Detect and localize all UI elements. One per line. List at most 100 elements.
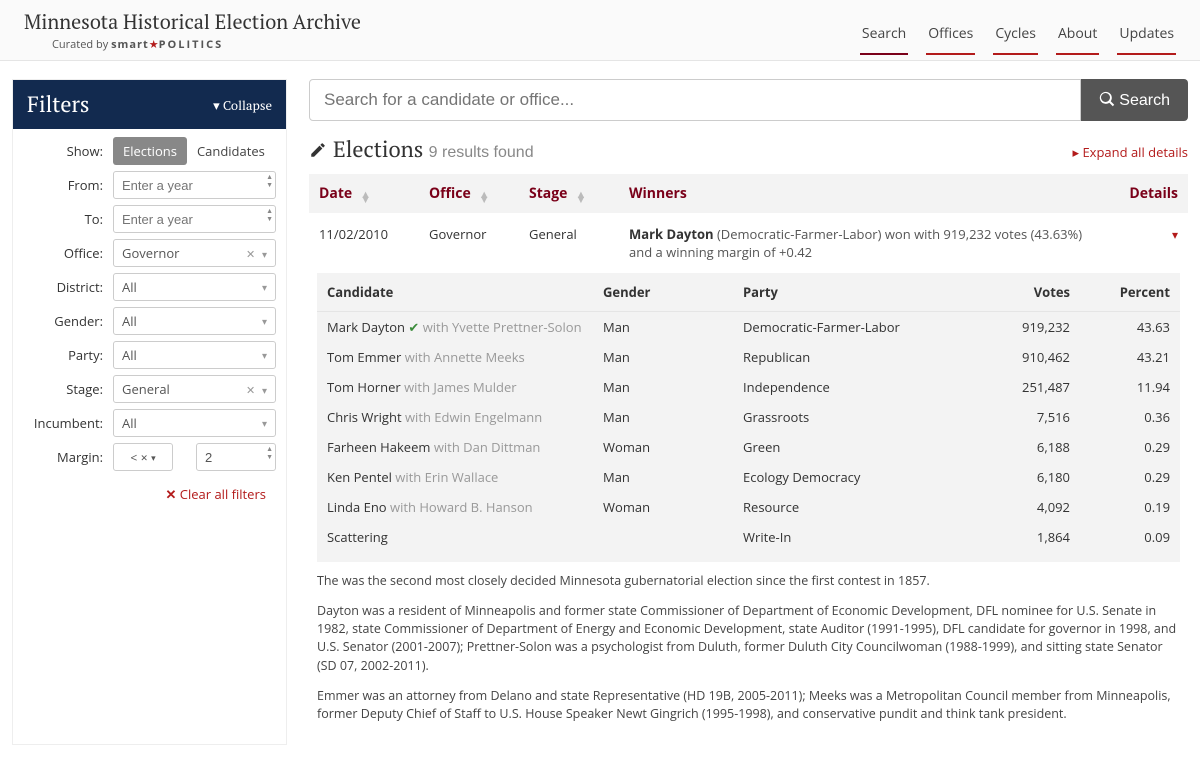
office-select[interactable]: Governor ✕ ▾ — [113, 239, 276, 267]
to-input[interactable] — [113, 205, 276, 233]
candidate-pct: 0.36 — [1070, 408, 1170, 426]
caret-down-icon: ▾ — [262, 348, 267, 362]
candidate-row: Mark Dayton ✔ with Yvette Prettner-Solon… — [317, 312, 1180, 342]
candidate-name: Mark Dayton — [327, 318, 405, 336]
clear-filters-button[interactable]: ✕ Clear all filters — [23, 477, 276, 503]
margin-label: Margin: — [23, 448, 113, 466]
show-option-candidates[interactable]: Candidates — [187, 137, 275, 165]
incumbent-select[interactable]: All▾ — [113, 409, 276, 437]
candidate-party: Independence — [743, 378, 950, 396]
spinner-icon[interactable]: ▲▼ — [266, 208, 273, 224]
running-mate: with Edwin Engelmann — [402, 408, 543, 426]
stage-select[interactable]: General ✕ ▾ — [113, 375, 276, 403]
col-date[interactable]: Date▲▼ — [319, 184, 429, 203]
caret-down-icon: ▾ — [213, 96, 220, 114]
caret-down-icon: ▾ — [262, 247, 267, 261]
show-label: Show: — [23, 142, 113, 160]
election-row[interactable]: 11/02/2010 Governor General Mark Dayton … — [309, 213, 1188, 273]
candidate-name: Linda Eno — [327, 498, 387, 516]
candidate-row: Chris Wright with Edwin EngelmannManGras… — [317, 402, 1180, 432]
from-input[interactable] — [113, 171, 276, 199]
candidate-votes: 6,188 — [950, 438, 1070, 456]
close-icon[interactable]: ✕ — [140, 451, 148, 464]
candidate-party: Republican — [743, 348, 950, 366]
note-paragraph: The was the second most closely decided … — [317, 572, 1180, 590]
filters-panel: Filters ▾ Collapse Show: ElectionsCandid… — [12, 79, 287, 745]
caret-down-icon[interactable]: ▾ — [1172, 226, 1178, 243]
candidate-votes: 1,864 — [950, 528, 1070, 546]
candidate-row: Scattering Write-In1,8640.09 — [317, 522, 1180, 552]
col-details: Details — [1108, 184, 1178, 203]
candidate-party: Write-In — [743, 528, 950, 546]
spinner-icon[interactable]: ▲▼ — [266, 446, 273, 462]
running-mate: with Howard B. Hanson — [387, 498, 533, 516]
sub-col-percent: Percent — [1070, 283, 1170, 301]
party-select[interactable]: All▾ — [113, 341, 276, 369]
candidate-pct: 0.29 — [1070, 438, 1170, 456]
district-select[interactable]: All▾ — [113, 273, 276, 301]
show-toggle: ElectionsCandidates — [113, 137, 276, 165]
candidate-pct: 0.19 — [1070, 498, 1170, 516]
nav-search[interactable]: Search — [860, 14, 908, 55]
candidate-subtable: Candidate Gender Party Votes Percent Mar… — [317, 273, 1180, 562]
candidate-votes: 6,180 — [950, 468, 1070, 486]
check-icon: ✔ — [405, 318, 419, 336]
candidate-row: Farheen Hakeem with Dan DittmanWomanGree… — [317, 432, 1180, 462]
caret-down-icon: ▾ — [262, 314, 267, 328]
candidate-pct: 43.63 — [1070, 318, 1170, 336]
caret-down-icon: ▾ — [262, 416, 267, 430]
candidate-gender: Man — [603, 468, 743, 486]
note-paragraph: Dayton was a resident of Minneapolis and… — [317, 602, 1180, 675]
running-mate: with Dan Dittman — [430, 438, 540, 456]
candidate-party: Grassroots — [743, 408, 950, 426]
col-stage[interactable]: Stage▲▼ — [529, 184, 629, 203]
candidate-gender — [603, 528, 743, 546]
candidate-row: Ken Pentel with Erin WallaceManEcology D… — [317, 462, 1180, 492]
nav-offices[interactable]: Offices — [926, 14, 975, 55]
office-label: Office: — [23, 244, 113, 262]
running-mate: with James Mulder — [401, 378, 517, 396]
gender-select[interactable]: All▾ — [113, 307, 276, 335]
margin-operator-select[interactable]: < ✕ ▾ — [113, 443, 173, 471]
close-icon[interactable]: ✕ — [246, 247, 255, 262]
candidate-name: Scattering — [327, 528, 388, 546]
candidate-party: Ecology Democracy — [743, 468, 950, 486]
margin-value-input[interactable] — [196, 443, 276, 471]
nav-updates[interactable]: Updates — [1117, 14, 1176, 55]
expand-all-button[interactable]: ▸ Expand all details — [1073, 143, 1188, 161]
candidate-pct: 0.29 — [1070, 468, 1170, 486]
candidate-pct: 11.94 — [1070, 378, 1170, 396]
nav-cycles[interactable]: Cycles — [993, 14, 1038, 55]
candidate-votes: 4,092 — [950, 498, 1070, 516]
close-icon[interactable]: ✕ — [246, 383, 255, 398]
curated-by: Curated by smart★POLITICS — [24, 37, 361, 52]
table-header: Date▲▼ Office▲▼ Stage▲▼ Winners Details — [309, 174, 1188, 213]
to-label: To: — [23, 210, 113, 228]
candidate-pct: 0.09 — [1070, 528, 1170, 546]
stage-label: Stage: — [23, 380, 113, 398]
party-label: Party: — [23, 346, 113, 364]
nav-about[interactable]: About — [1056, 14, 1099, 55]
searchbar: Search — [309, 79, 1188, 121]
caret-down-icon: ▾ — [151, 451, 156, 464]
candidate-name: Tom Emmer — [327, 348, 401, 366]
search-input[interactable] — [309, 79, 1081, 121]
candidate-name: Ken Pentel — [327, 468, 392, 486]
candidate-gender: Woman — [603, 438, 743, 456]
site-header: Minnesota Historical Election Archive Cu… — [0, 0, 1200, 61]
col-office[interactable]: Office▲▼ — [429, 184, 529, 203]
collapse-button[interactable]: ▾ Collapse — [213, 96, 272, 114]
incumbent-label: Incumbent: — [23, 414, 113, 432]
sub-col-gender: Gender — [603, 283, 743, 301]
sort-icon: ▲▼ — [575, 192, 586, 202]
show-option-elections[interactable]: Elections — [113, 137, 187, 165]
candidate-gender: Man — [603, 348, 743, 366]
candidate-gender: Man — [603, 318, 743, 336]
search-button[interactable]: Search — [1081, 79, 1188, 121]
spinner-icon[interactable]: ▲▼ — [266, 174, 273, 190]
sub-col-candidate: Candidate — [327, 283, 603, 301]
from-label: From: — [23, 176, 113, 194]
note-paragraph: Emmer was an attorney from Delano and st… — [317, 687, 1180, 723]
caret-down-icon: ▾ — [262, 383, 267, 397]
caret-right-icon: ▸ — [1073, 143, 1080, 161]
